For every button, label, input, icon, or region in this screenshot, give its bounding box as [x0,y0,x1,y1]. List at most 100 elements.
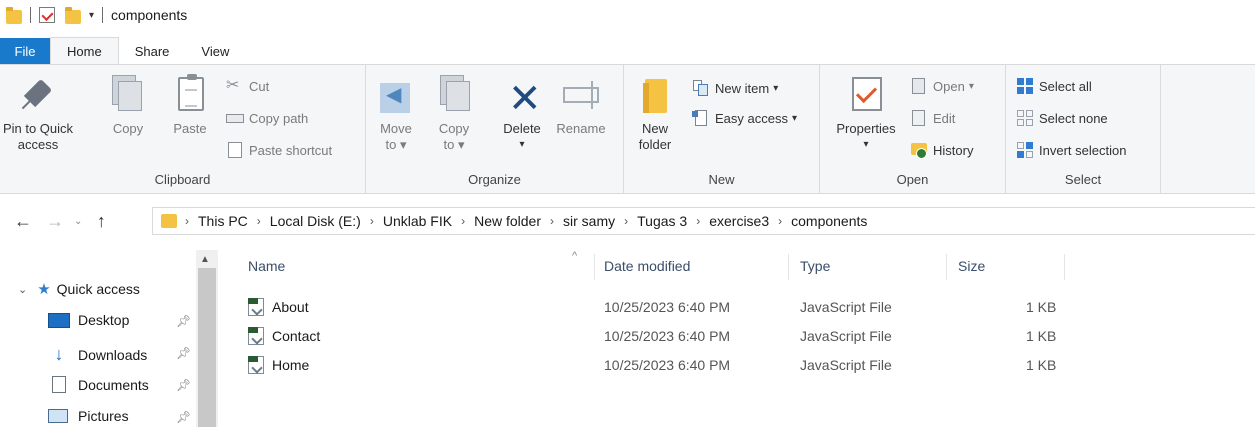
chevron-right-icon[interactable]: › [778,214,782,228]
separator [30,7,31,23]
clipboard-group-label: Clipboard [154,172,211,187]
select-group: Select all Select none Invert selection … [1006,65,1161,193]
copy-button[interactable]: Copy [108,73,148,137]
chevron-right-icon[interactable]: › [696,214,700,228]
sidebar-item-downloads[interactable]: ↓ Downloads [48,344,148,365]
tab-share[interactable]: Share [119,38,186,64]
tab-view[interactable]: View [185,38,245,64]
file-size: 1 KB [1026,299,1057,315]
sidebar-item-documents[interactable]: Documents [48,376,149,393]
sidebar-item-desktop[interactable]: Desktop [48,312,129,328]
history-button[interactable]: History [910,139,973,161]
properties-dropdown-icon[interactable]: ▾ [863,137,868,153]
new-item-label: New item [715,80,770,96]
forward-arrow-icon[interactable]: → [46,211,64,232]
copy-path-button[interactable]: Copy path [226,107,308,129]
window-title: components [111,7,188,23]
open-button[interactable]: Open ▾ [910,75,974,97]
scroll-up-icon[interactable]: ▲ [200,254,210,265]
properties-button[interactable]: Properties ▾ [830,73,902,153]
column-header-date-modified[interactable]: Date modified [604,258,690,274]
select-none-button[interactable]: Select none [1016,107,1108,129]
column-divider[interactable] [946,254,947,280]
column-divider[interactable] [594,254,595,280]
paste-label: Paste [173,121,207,136]
pin-icon[interactable]: 📌︎ [176,314,191,328]
javascript-file-icon [248,298,264,316]
delete-button[interactable]: ✕ Delete ▾ [498,73,546,153]
select-all-button[interactable]: Select all [1016,75,1092,97]
select-all-label: Select all [1039,78,1092,94]
chevron-right-icon[interactable]: › [550,214,554,228]
pin-icon[interactable]: 📌︎ [176,410,191,424]
breadcrumb-tugas-3[interactable]: Tugas 3 [637,213,687,229]
pin-icon[interactable]: 📌︎ [176,378,191,392]
file-name: Contact [272,328,321,344]
expand-chevron-icon[interactable]: ⌄ [18,283,27,296]
file-type: JavaScript File [800,299,892,315]
column-divider[interactable] [788,254,789,280]
clipboard-group: Pin to Quick access Copy Paste ✂ Cut Cop… [0,65,366,193]
move-to-button[interactable]: Move to ▾ [376,73,416,153]
recent-locations-chevron-icon[interactable]: ⌄ [74,216,82,227]
breadcrumb-local-disk[interactable]: Local Disk (E:) [270,213,361,229]
chevron-right-icon[interactable]: › [461,214,465,228]
nav-pane-scrollbar[interactable]: ▲ [196,250,218,427]
new-group-label: New [708,172,735,187]
column-header-name[interactable]: Name [248,258,285,274]
table-row[interactable]: Contact 10/25/2023 6:40 PM JavaScript Fi… [218,325,1255,349]
properties-check-icon[interactable] [39,7,55,23]
breadcrumb-exercise3[interactable]: exercise3 [709,213,769,229]
edit-icon [910,109,928,127]
breadcrumb-sir-samy[interactable]: sir samy [563,213,615,229]
file-size: 1 KB [1026,357,1057,373]
organize-group-label: Organize [468,172,521,187]
sidebar-item-pictures[interactable]: Pictures [48,408,129,424]
column-divider[interactable] [1064,254,1065,280]
paste-shortcut-button[interactable]: Paste shortcut [226,139,332,161]
new-folder-quick-icon[interactable] [65,7,81,24]
file-size: 1 KB [1026,328,1057,344]
up-arrow-icon[interactable]: ↑ [92,211,110,232]
pin-icon[interactable]: 📌︎ [176,346,191,360]
copy-to-label-line2: to ▾ [443,137,465,152]
table-row[interactable]: Home 10/25/2023 6:40 PM JavaScript File … [218,354,1255,378]
chevron-right-icon[interactable]: › [370,214,374,228]
sidebar-item-quick-access[interactable]: ⌄ ★ Quick access [18,280,140,298]
quick-access-toolbar-dropdown[interactable]: ▾ [89,10,94,21]
breadcrumb-components[interactable]: components [791,213,867,229]
breadcrumb-unklab-fik[interactable]: Unklab FIK [383,213,452,229]
chevron-right-icon[interactable]: › [185,214,189,228]
address-bar[interactable]: › This PC › Local Disk (E:) › Unklab FIK… [152,207,1255,235]
back-arrow-icon[interactable]: ← [14,211,32,232]
cut-button[interactable]: ✂ Cut [226,75,269,97]
rename-button[interactable]: Rename [554,73,608,137]
file-type: JavaScript File [800,328,892,344]
tab-home[interactable]: Home [50,37,119,64]
column-header-size[interactable]: Size [958,258,985,274]
open-label: Open [933,78,965,94]
scrollbar-thumb[interactable] [198,268,216,427]
invert-selection-button[interactable]: Invert selection [1016,139,1126,161]
tab-file[interactable]: File [0,38,50,64]
chevron-right-icon[interactable]: › [624,214,628,228]
delete-dropdown-icon[interactable]: ▾ [519,137,524,153]
pin-to-quick-access-button[interactable]: Pin to Quick access [2,73,74,153]
new-item-button[interactable]: New item ▾ [692,77,778,99]
new-folder-button[interactable]: New folder [634,73,676,153]
file-name: Home [272,357,310,373]
column-header-type[interactable]: Type [800,258,830,274]
scissors-icon: ✂ [226,77,240,94]
edit-button[interactable]: Edit [910,107,955,129]
easy-access-button[interactable]: Easy access ▾ [692,107,797,129]
chevron-right-icon[interactable]: › [257,214,261,228]
paste-button[interactable]: Paste [168,73,212,137]
separator [102,7,104,23]
folder-icon[interactable] [6,7,22,24]
clipboard-icon [170,73,210,117]
navigation-bar: ← → ⌄ ↑ › This PC › Local Disk (E:) › Un… [0,205,1255,237]
breadcrumb-this-pc[interactable]: This PC [198,213,248,229]
table-row[interactable]: About 10/25/2023 6:40 PM JavaScript File… [218,296,1255,320]
breadcrumb-new-folder[interactable]: New folder [474,213,541,229]
copy-to-button[interactable]: Copy to ▾ [434,73,474,153]
